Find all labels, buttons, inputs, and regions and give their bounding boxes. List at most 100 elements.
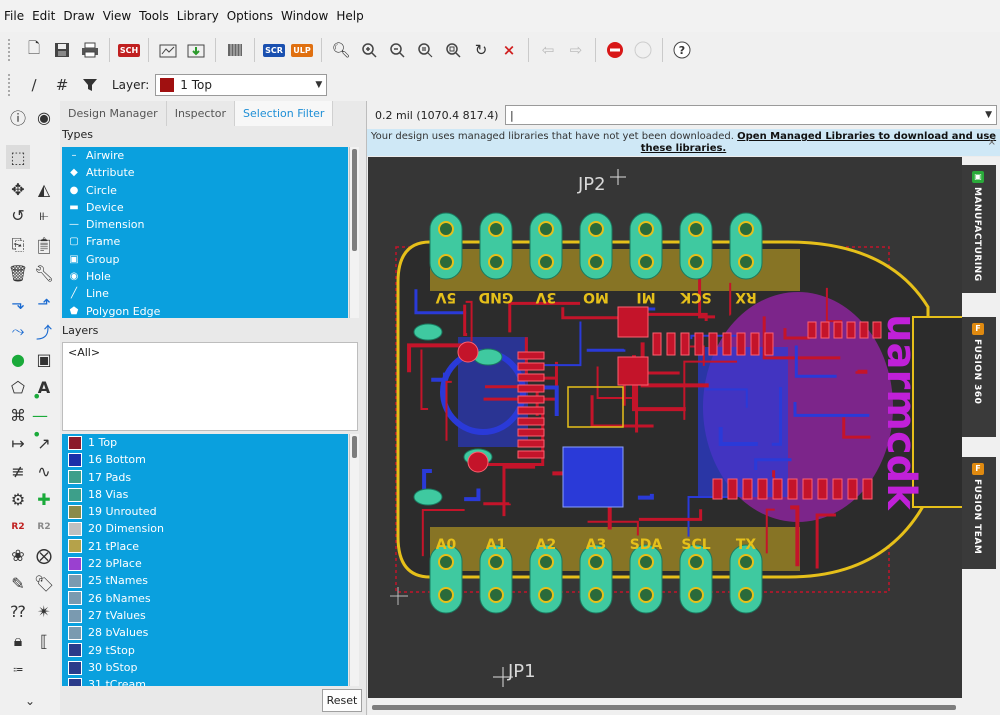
help-icon[interactable]: ? <box>670 38 694 62</box>
tab-inspector[interactable]: Inspector <box>167 101 236 126</box>
tab-fusion-team[interactable]: F FUSION TEAM <box>962 457 996 569</box>
align-icon[interactable]: ⫦ <box>32 203 56 227</box>
miter-icon[interactable]: ✎ <box>6 571 30 595</box>
ulp-icon[interactable]: ULP <box>290 38 314 62</box>
type-item-frame[interactable]: ▢ Frame <box>62 233 348 250</box>
layer-item[interactable]: 29 tStop <box>62 642 348 659</box>
types-scrollbar[interactable] <box>349 147 359 318</box>
split-icon[interactable]: ⤴ <box>32 319 56 343</box>
board-canvas[interactable]: 5V A0 GND A1 3V A2 MO A3 MI SDA SCK SCL RX TX uarmcdk… <box>368 157 962 698</box>
toolbar-grip[interactable] <box>8 39 14 61</box>
info-icon[interactable]: ⓘ <box>6 105 30 129</box>
layer-item[interactable]: 16 Bottom <box>62 451 348 468</box>
net-icon[interactable]: •—• <box>32 387 56 444</box>
question-path-icon[interactable]: ⁇ <box>6 599 30 623</box>
new-file-icon[interactable]: 🗋 <box>22 38 46 62</box>
type-item-line[interactable]: ╱ Line <box>62 285 348 302</box>
arrow-icon[interactable]: ↦ <box>6 431 30 455</box>
route-icon[interactable]: ⬎ <box>6 291 30 315</box>
layer-item[interactable]: 21 tPlace <box>62 538 348 555</box>
stop-icon[interactable] <box>603 38 627 62</box>
change-icon[interactable]: 🔧︎ <box>32 261 56 285</box>
layer-item[interactable]: 22 bPlace <box>62 555 348 572</box>
type-item-polygon-edge[interactable]: ⬟ Polygon Edge <box>62 303 348 318</box>
menu-library[interactable]: Library <box>173 9 223 23</box>
select-icon[interactable]: ⬚ <box>6 145 30 169</box>
mirror-icon[interactable]: ◭ <box>32 177 56 201</box>
meander-icon[interactable]: ∿ <box>32 459 56 483</box>
smash-icon[interactable]: ≢ <box>6 459 30 483</box>
close-icon[interactable]: × <box>988 137 996 149</box>
cam-icon[interactable] <box>156 38 180 62</box>
optimize-icon[interactable]: ✴ <box>32 599 56 623</box>
redraw-icon[interactable]: ↻ <box>469 38 493 62</box>
add-part-icon[interactable]: ⚙ <box>6 487 30 511</box>
library-icon[interactable] <box>223 38 247 62</box>
attribute-icon[interactable]: ❀ <box>6 543 30 567</box>
value-icon[interactable]: R2 <box>6 515 30 539</box>
type-item-dimension[interactable]: — Dimension <box>62 216 348 233</box>
wire-style-icon[interactable]: ∕ <box>22 73 46 97</box>
type-item-group[interactable]: ▣ Group <box>62 251 348 268</box>
ratsnest-icon[interactable]: ⨯ <box>497 38 521 62</box>
menu-tools[interactable]: Tools <box>135 9 173 23</box>
move-icon[interactable]: ✥ <box>6 177 30 201</box>
tab-selection-filter[interactable]: Selection Filter <box>235 101 334 126</box>
paste-icon[interactable]: 📋︎ <box>32 233 56 257</box>
copy-icon[interactable]: ⎘ <box>6 233 30 257</box>
layers-all-option[interactable]: <All> <box>63 343 357 362</box>
pcb-drawing[interactable]: 5V A0 GND A1 3V A2 MO A3 MI SDA SCK SCL RX TX uarmcdk… <box>368 157 962 698</box>
schematic-switch-icon[interactable]: SCH <box>117 38 141 62</box>
add-icon[interactable]: ✚ <box>32 487 56 511</box>
script-icon[interactable]: SCR <box>262 38 286 62</box>
layer-item[interactable]: 20 Dimension <box>62 520 348 537</box>
menu-draw[interactable]: Draw <box>59 9 98 23</box>
layer-item[interactable]: 31 tCream <box>62 676 348 686</box>
menu-edit[interactable]: Edit <box>28 9 59 23</box>
layer-item[interactable]: 30 bStop <box>62 659 348 676</box>
export-icon[interactable] <box>184 38 208 62</box>
menu-file[interactable]: File <box>0 9 28 23</box>
zoom-out-icon[interactable] <box>385 38 409 62</box>
filter-icon[interactable] <box>78 73 102 97</box>
tab-design-manager[interactable]: Design Manager <box>60 101 167 126</box>
layer-item[interactable]: 25 tNames <box>62 572 348 589</box>
layer-item[interactable]: 1 Top <box>62 434 348 451</box>
layer-item[interactable]: 27 tValues <box>62 607 348 624</box>
signal-icon[interactable]: ⌘ <box>6 403 30 427</box>
layer-item[interactable]: 18 Vias <box>62 486 348 503</box>
zoom-select-icon[interactable] <box>441 38 465 62</box>
delete-icon[interactable]: 🗑︎ <box>6 261 30 285</box>
lock-icon[interactable]: 🔒︎ <box>6 629 30 653</box>
redo-icon[interactable]: ⇨ <box>564 38 588 62</box>
layer-item[interactable]: 28 bValues <box>62 624 348 641</box>
type-item-circle[interactable]: ● Circle <box>62 182 348 199</box>
scroll-thumb[interactable] <box>372 705 956 710</box>
tab-fusion-360[interactable]: F FUSION 360 <box>962 317 996 437</box>
show-icon[interactable]: ◉ <box>32 105 56 129</box>
ratsnest-tool-icon[interactable]: ⩴ <box>6 657 30 681</box>
bracket-icon[interactable]: ⟦ <box>32 629 56 653</box>
via-icon[interactable]: ● <box>6 347 30 371</box>
menu-help[interactable]: Help <box>332 9 367 23</box>
layer-item[interactable]: 17 Pads <box>62 469 348 486</box>
layer-item[interactable]: 26 bNames <box>62 590 348 607</box>
layers-groups-box[interactable]: <All> <box>62 342 358 431</box>
scroll-thumb[interactable] <box>352 436 357 458</box>
menu-options[interactable]: Options <box>223 9 277 23</box>
zoom-fit-icon[interactable]: 🔍︎ <box>329 38 353 62</box>
layer-item[interactable]: 19 Unrouted <box>62 503 348 520</box>
rect-icon[interactable]: ▣ <box>32 347 56 371</box>
name-icon[interactable]: R2 <box>32 515 56 539</box>
polygon-icon[interactable]: ⬠ <box>6 375 30 399</box>
type-item-attribute[interactable]: ◆ Attribute <box>62 164 348 181</box>
undo-icon[interactable]: ⇦ <box>536 38 560 62</box>
toolbar-grip[interactable] <box>8 73 14 96</box>
command-input[interactable]: | ▼ <box>505 105 997 125</box>
zoom-in-icon[interactable] <box>357 38 381 62</box>
go-icon[interactable] <box>631 38 655 62</box>
line-draw-icon[interactable]: ↗ <box>32 431 56 455</box>
print-icon[interactable] <box>78 38 102 62</box>
dimension-tool-icon[interactable]: ⨂ <box>32 543 56 567</box>
reset-button[interactable]: Reset <box>322 689 362 712</box>
